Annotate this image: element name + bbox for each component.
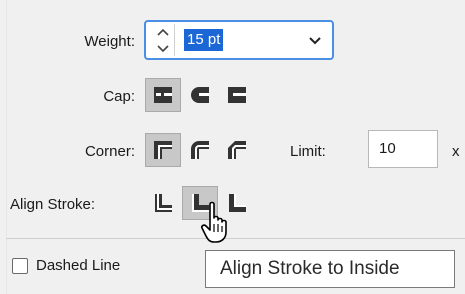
- stroke-panel: Weight: 15 pt Cap: Corner: Limit: 10 x A…: [0, 0, 465, 294]
- section-divider: [6, 238, 465, 239]
- round-cap-icon: [191, 87, 209, 103]
- align-stroke-label: Align Stroke:: [10, 196, 96, 213]
- weight-label: Weight:: [84, 33, 135, 50]
- butt-cap-button[interactable]: [145, 78, 181, 112]
- align-stroke-center-icon: [155, 194, 172, 212]
- round-cap-button[interactable]: [182, 78, 218, 112]
- bevel-join-button[interactable]: [219, 133, 255, 167]
- bevel-join-icon: [228, 141, 246, 159]
- round-join-icon: [191, 141, 209, 159]
- butt-cap-icon: [154, 87, 172, 103]
- weight-input[interactable]: 15 pt: [184, 29, 224, 51]
- projecting-cap-button[interactable]: [219, 78, 255, 112]
- limit-input[interactable]: 10: [368, 130, 438, 168]
- chevron-up-icon[interactable]: [152, 24, 174, 40]
- stepper-divider: [174, 24, 175, 56]
- round-join-button[interactable]: [182, 133, 218, 167]
- chevron-down-icon[interactable]: [152, 41, 174, 57]
- panel-edge: [6, 0, 7, 294]
- limit-value: 10: [379, 140, 396, 157]
- limit-unit: x: [452, 143, 460, 160]
- hand-cursor-icon: [201, 201, 227, 243]
- limit-label: Limit:: [290, 143, 326, 160]
- dashed-line-label[interactable]: Dashed Line: [36, 257, 120, 274]
- miter-join-icon: [154, 141, 172, 159]
- dashed-line-checkbox[interactable]: [12, 258, 28, 274]
- cap-label: Cap:: [103, 88, 135, 105]
- projecting-cap-icon: [228, 87, 246, 103]
- chevron-down-icon: [309, 37, 321, 45]
- tooltip: Align Stroke to Inside: [205, 250, 455, 288]
- weight-dropdown-button[interactable]: [304, 30, 326, 52]
- align-stroke-center-button[interactable]: [145, 186, 181, 220]
- weight-combobox[interactable]: 15 pt: [144, 20, 334, 60]
- corner-label: Corner:: [84, 143, 135, 160]
- miter-join-button[interactable]: [145, 133, 181, 167]
